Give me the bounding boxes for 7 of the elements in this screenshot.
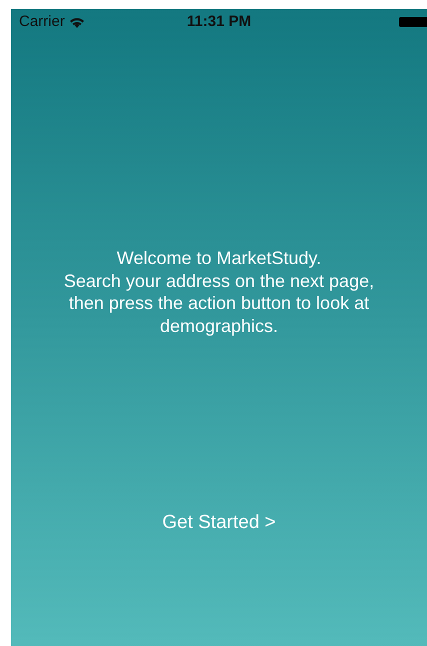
- battery-icon: [399, 17, 427, 27]
- welcome-text: Welcome to MarketStudy.: [116, 247, 322, 270]
- wifi-icon: [68, 16, 85, 28]
- clock-time: 11:31 PM: [186, 12, 252, 32]
- welcome-text: Search your address on the next page, then press the action button to look at demographics.: [62, 270, 376, 337]
- get-started-button[interactable]: Get Started >: [162, 509, 276, 538]
- carrier-name: Carrier: [19, 12, 65, 32]
